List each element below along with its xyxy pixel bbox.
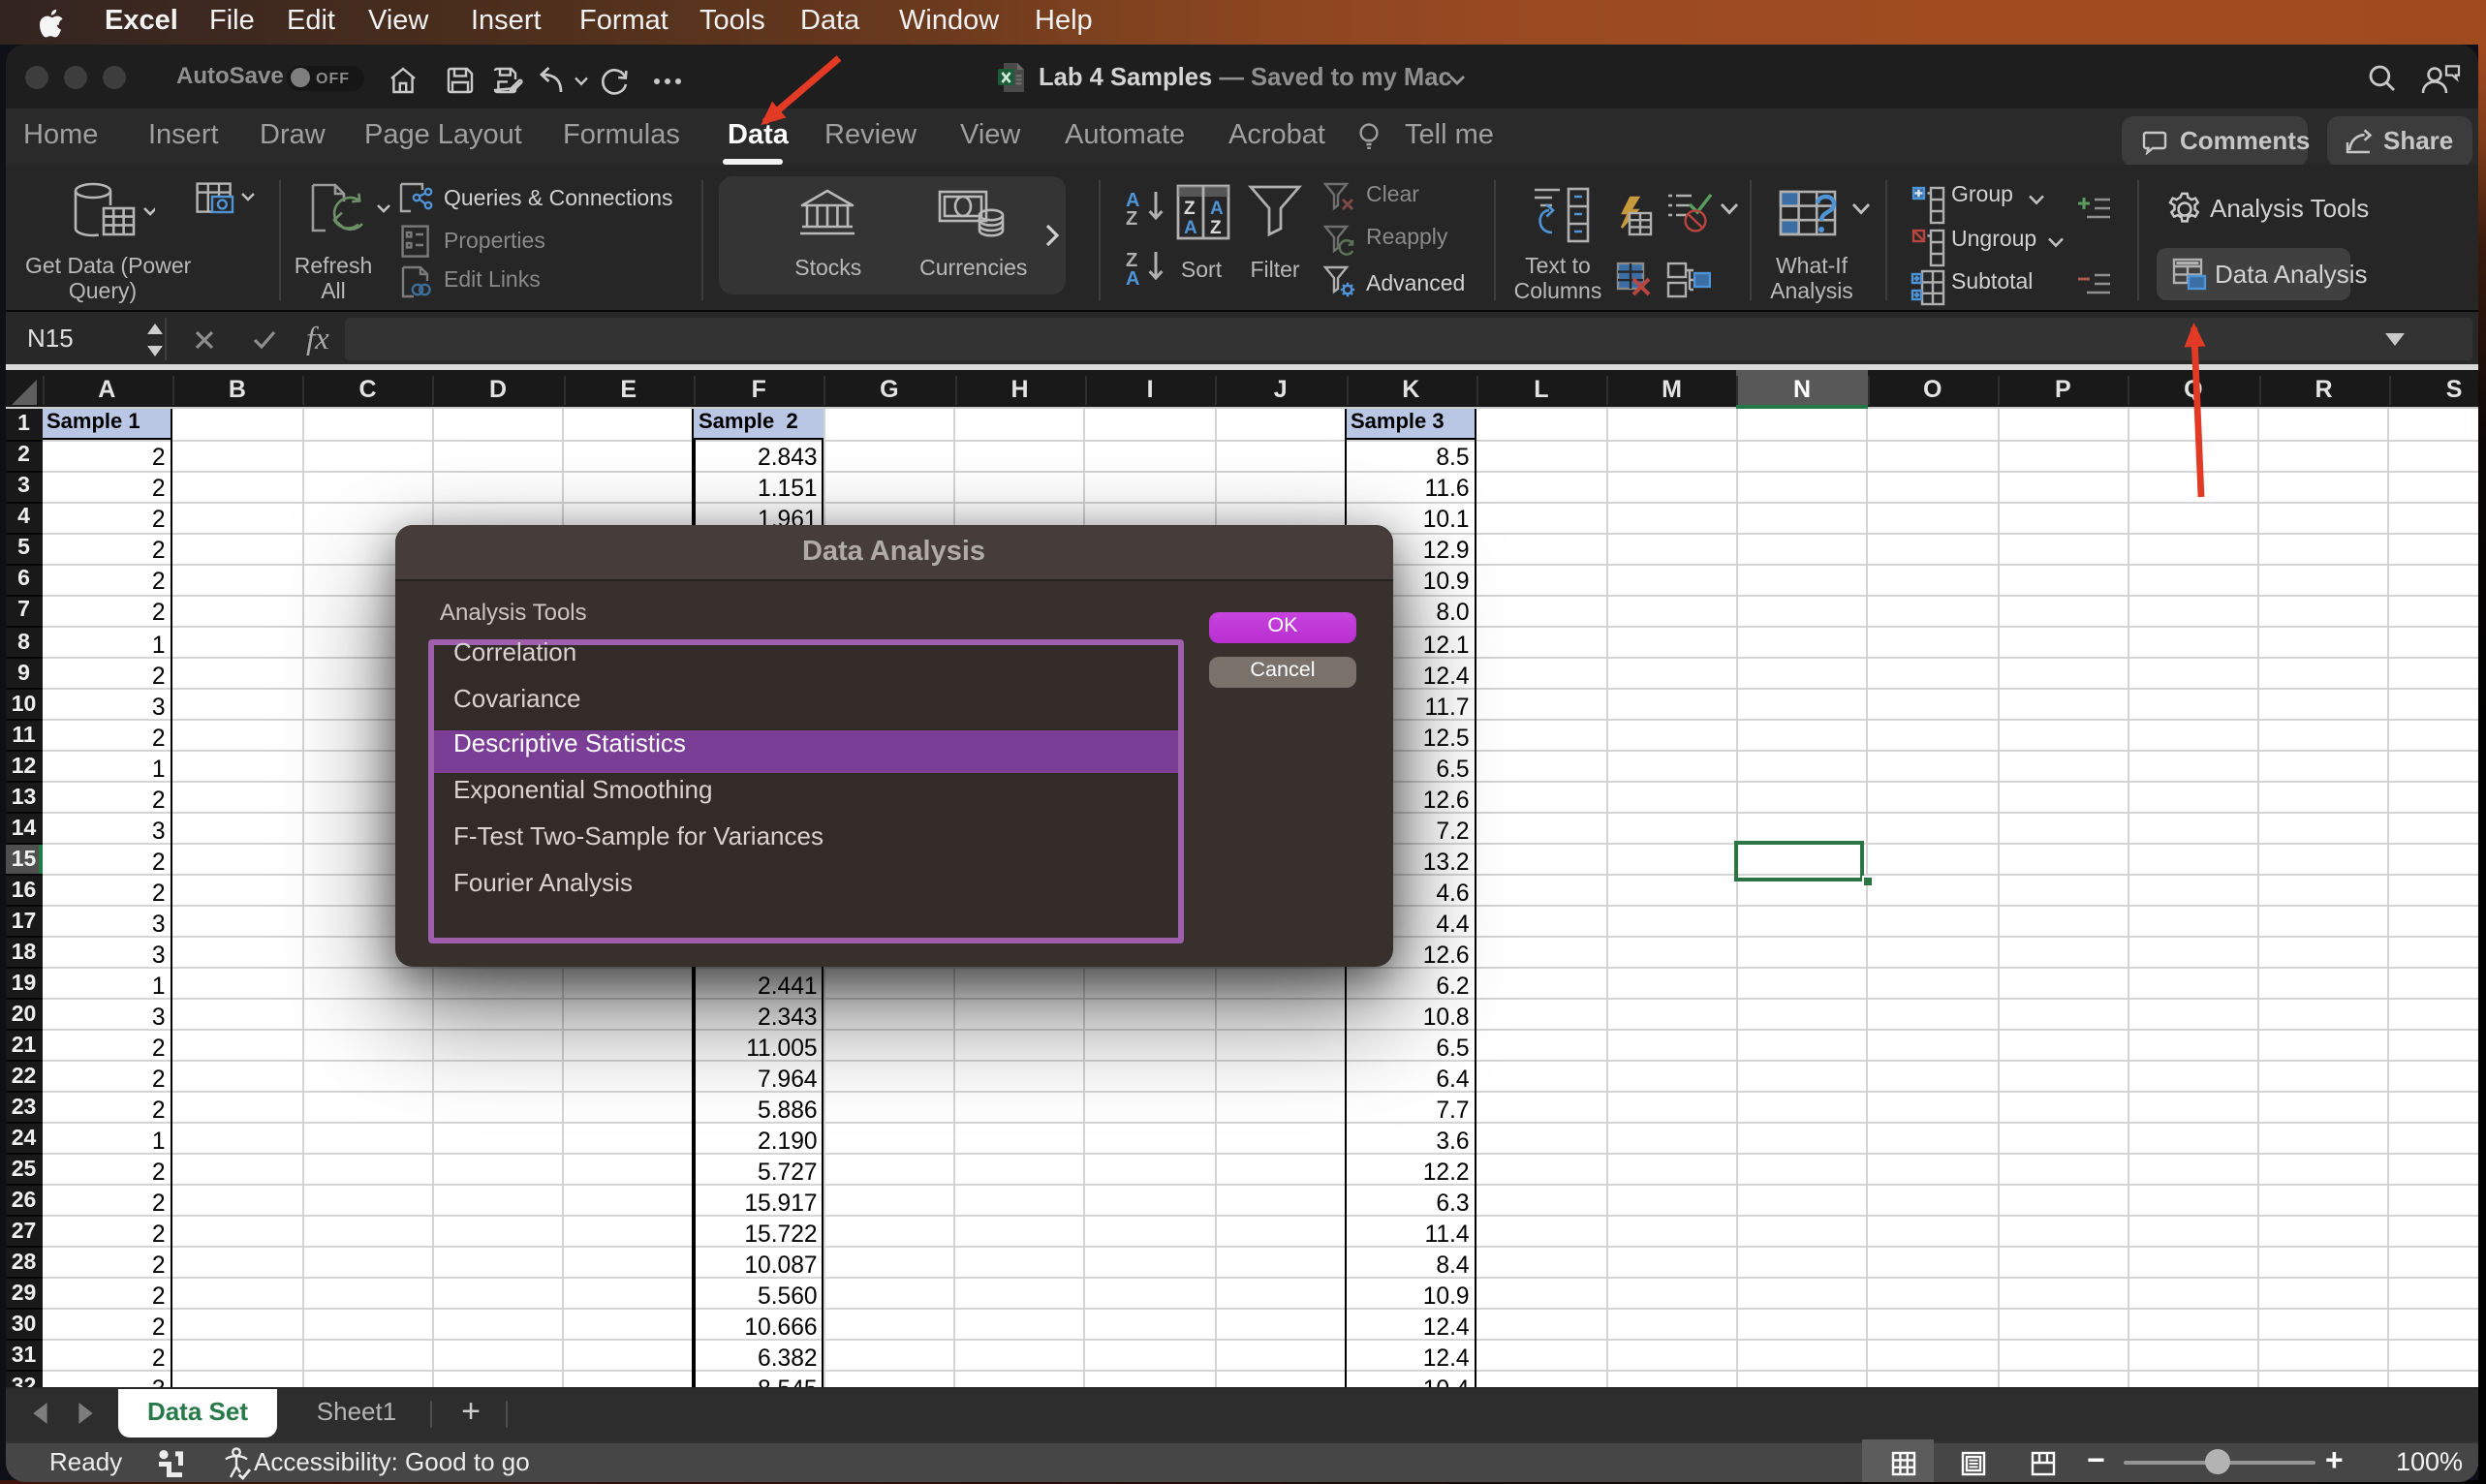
svg-text:Z: Z xyxy=(1183,199,1195,219)
svg-text:Z: Z xyxy=(1126,208,1137,225)
svg-text:A: A xyxy=(1126,268,1139,285)
svg-text:Z: Z xyxy=(1209,218,1221,238)
svg-text:A: A xyxy=(1209,199,1223,219)
svg-text:A: A xyxy=(1183,218,1196,238)
